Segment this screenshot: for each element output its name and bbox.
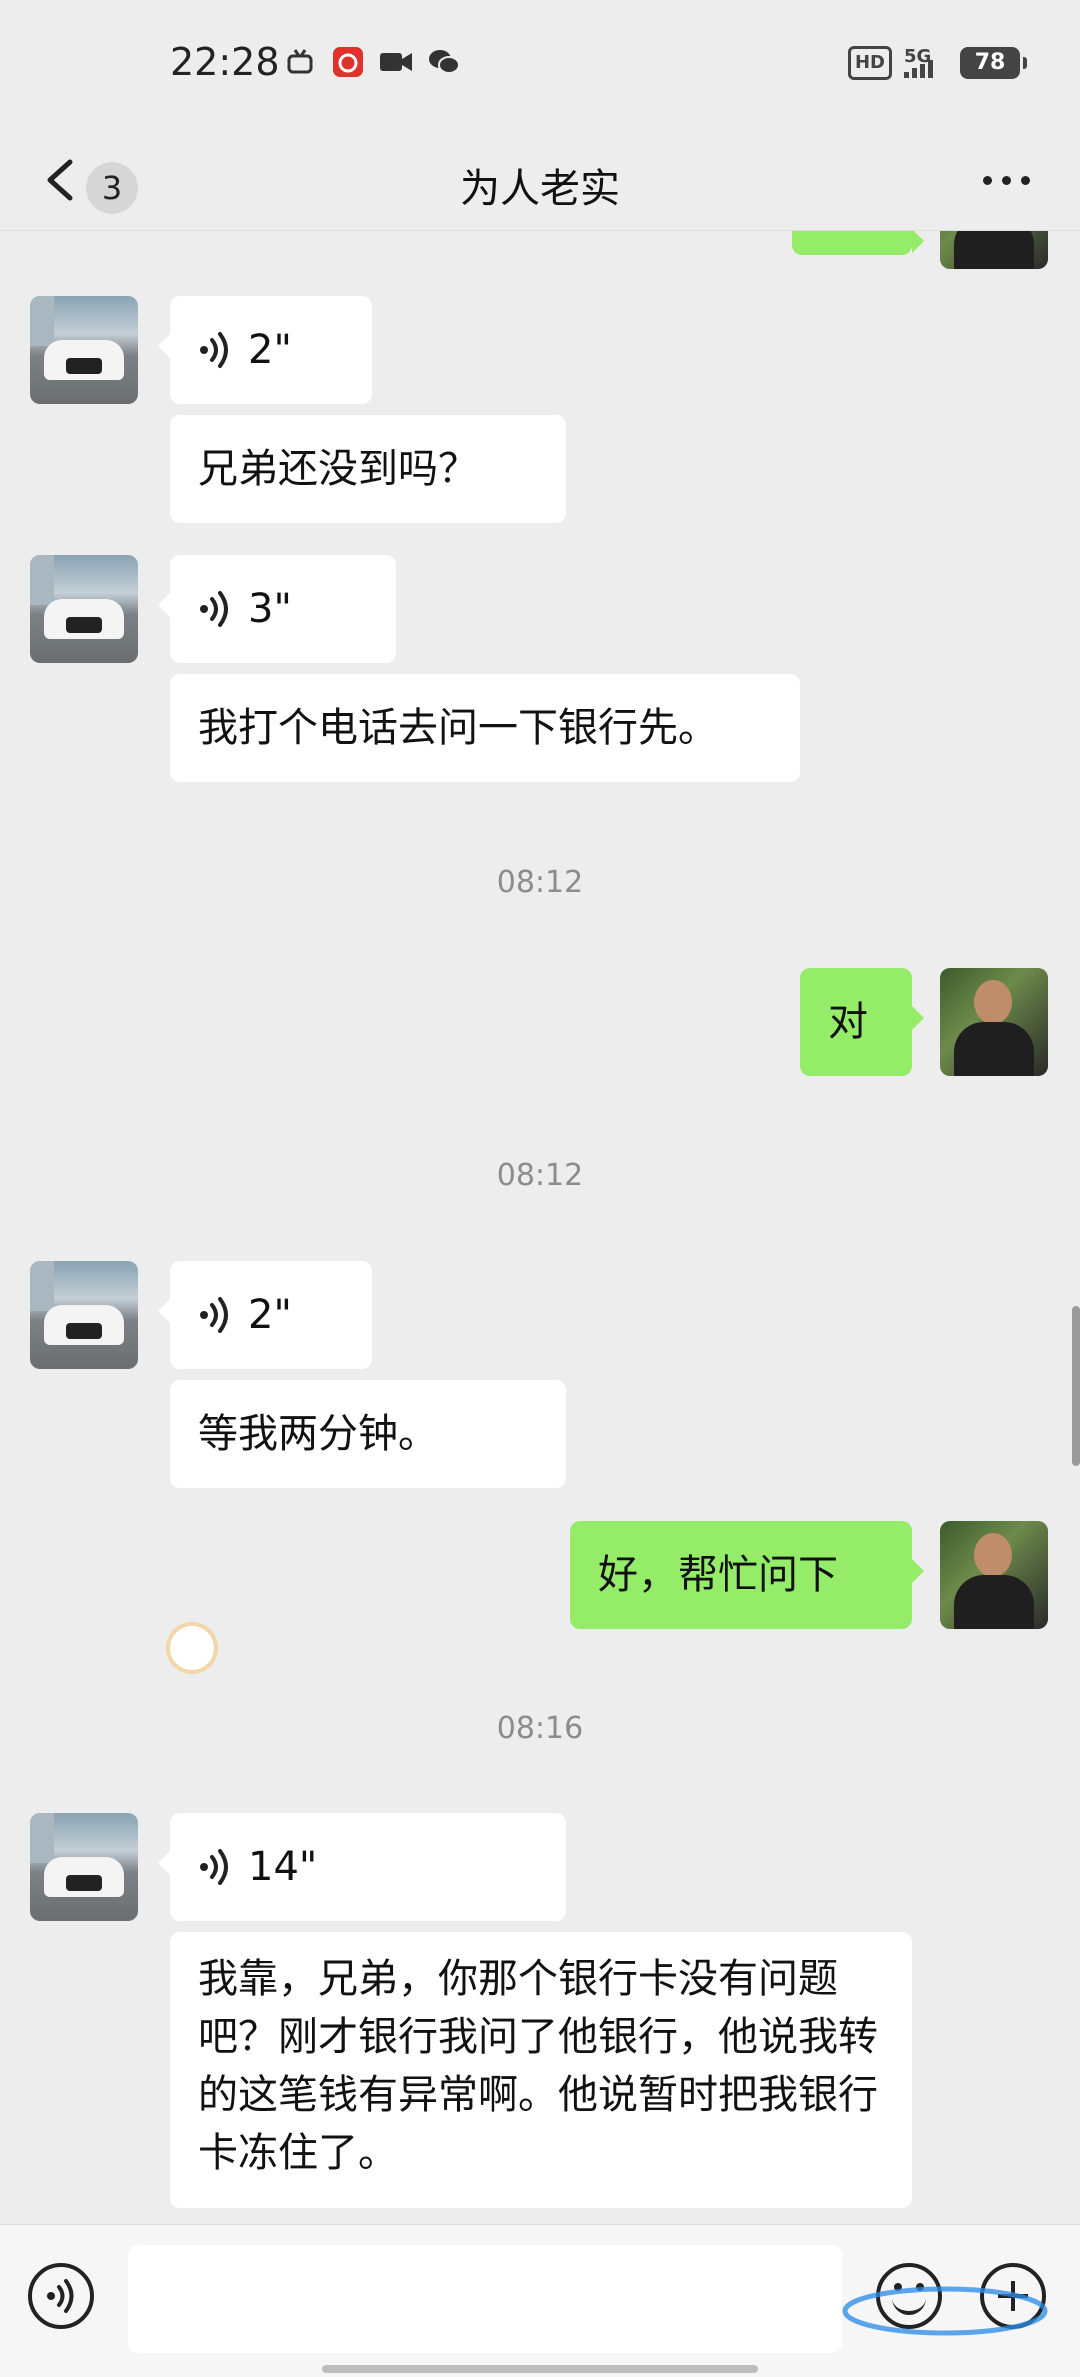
voice-duration: 2" xyxy=(248,1292,292,1338)
video-camera-icon xyxy=(380,46,412,78)
text-message-sent[interactable]: 好，帮忙问下 xyxy=(570,1521,924,1629)
text-message[interactable]: 等我两分钟。 xyxy=(170,1380,566,1488)
voice-wave-icon xyxy=(200,1849,228,1885)
loading-spinner xyxy=(166,1622,218,1674)
battery-icon: 78 xyxy=(960,47,1027,79)
status-time: 22:28 xyxy=(170,40,280,84)
text-message[interactable]: 我靠，兄弟，你那个银行卡没有问题吧？刚才银行我问了他银行，他说我转的这笔钱有异常… xyxy=(170,1932,912,2208)
chat-title: 为人老实 xyxy=(460,166,620,212)
status-bar: 22:28 HD 5G 78 xyxy=(0,0,1080,130)
voice-duration: 3" xyxy=(248,586,292,632)
voice-message[interactable]: 2" xyxy=(158,296,372,404)
watermark-logo xyxy=(840,2279,1050,2349)
voice-message[interactable]: 14" xyxy=(158,1813,566,1921)
message-text: 等我两分钟。 xyxy=(198,1411,438,1457)
signal-icon: 5G xyxy=(904,46,948,80)
timestamp: 08:12 xyxy=(496,1158,584,1193)
notification-icons xyxy=(284,46,460,78)
voice-input-icon[interactable] xyxy=(28,2263,94,2329)
voice-wave-icon xyxy=(200,1297,228,1333)
my-avatar[interactable] xyxy=(940,968,1048,1076)
timestamp: 08:16 xyxy=(496,1711,584,1746)
home-indicator[interactable] xyxy=(322,2365,758,2373)
voice-duration: 14" xyxy=(248,1844,318,1890)
system-status: HD 5G 78 xyxy=(847,46,1027,80)
message-text: 兄弟还没到吗？ xyxy=(198,446,478,492)
voice-message[interactable]: 3" xyxy=(158,555,396,663)
voice-duration: 2" xyxy=(248,327,292,373)
contact-avatar[interactable] xyxy=(30,555,138,663)
text-message[interactable]: 兄弟还没到吗？ xyxy=(170,415,566,523)
contact-avatar[interactable] xyxy=(30,296,138,404)
message-input[interactable] xyxy=(128,2245,842,2353)
message-text: 好，帮忙问下 xyxy=(598,1552,838,1598)
more-options-icon[interactable] xyxy=(976,160,1036,200)
my-avatar[interactable] xyxy=(940,1521,1048,1629)
text-message-sent[interactable]: 对 xyxy=(800,968,924,1076)
voice-wave-icon xyxy=(200,591,228,627)
partial-sent-bubble[interactable] xyxy=(792,231,924,255)
input-bar xyxy=(0,2224,1080,2377)
message-text: 我靠，兄弟，你那个银行卡没有问题吧？刚才银行我问了他银行，他说我转的这笔钱有异常… xyxy=(198,1956,878,2176)
text-message[interactable]: 我打个电话去问一下银行先。 xyxy=(170,674,800,782)
timestamp: 08:12 xyxy=(496,865,584,900)
message-text: 我打个电话去问一下银行先。 xyxy=(198,705,718,751)
voice-wave-icon xyxy=(200,332,228,368)
message-list[interactable]: 2" 兄弟还没到吗？ 3" 我打个电话去问一下银行先。 08:12 对 08:1… xyxy=(0,231,1080,2223)
scrollbar[interactable] xyxy=(1072,1306,1080,1466)
contact-avatar[interactable] xyxy=(30,1261,138,1369)
chat-header: 3 为人老实 xyxy=(0,130,1080,231)
message-text: 对 xyxy=(828,999,868,1045)
my-avatar[interactable] xyxy=(940,231,1048,269)
voice-message[interactable]: 2" xyxy=(158,1261,372,1369)
hd-icon: HD xyxy=(847,46,892,80)
music-app-icon xyxy=(332,46,364,78)
tv-icon xyxy=(284,46,316,78)
contact-avatar[interactable] xyxy=(30,1813,138,1921)
wechat-icon xyxy=(428,46,460,78)
